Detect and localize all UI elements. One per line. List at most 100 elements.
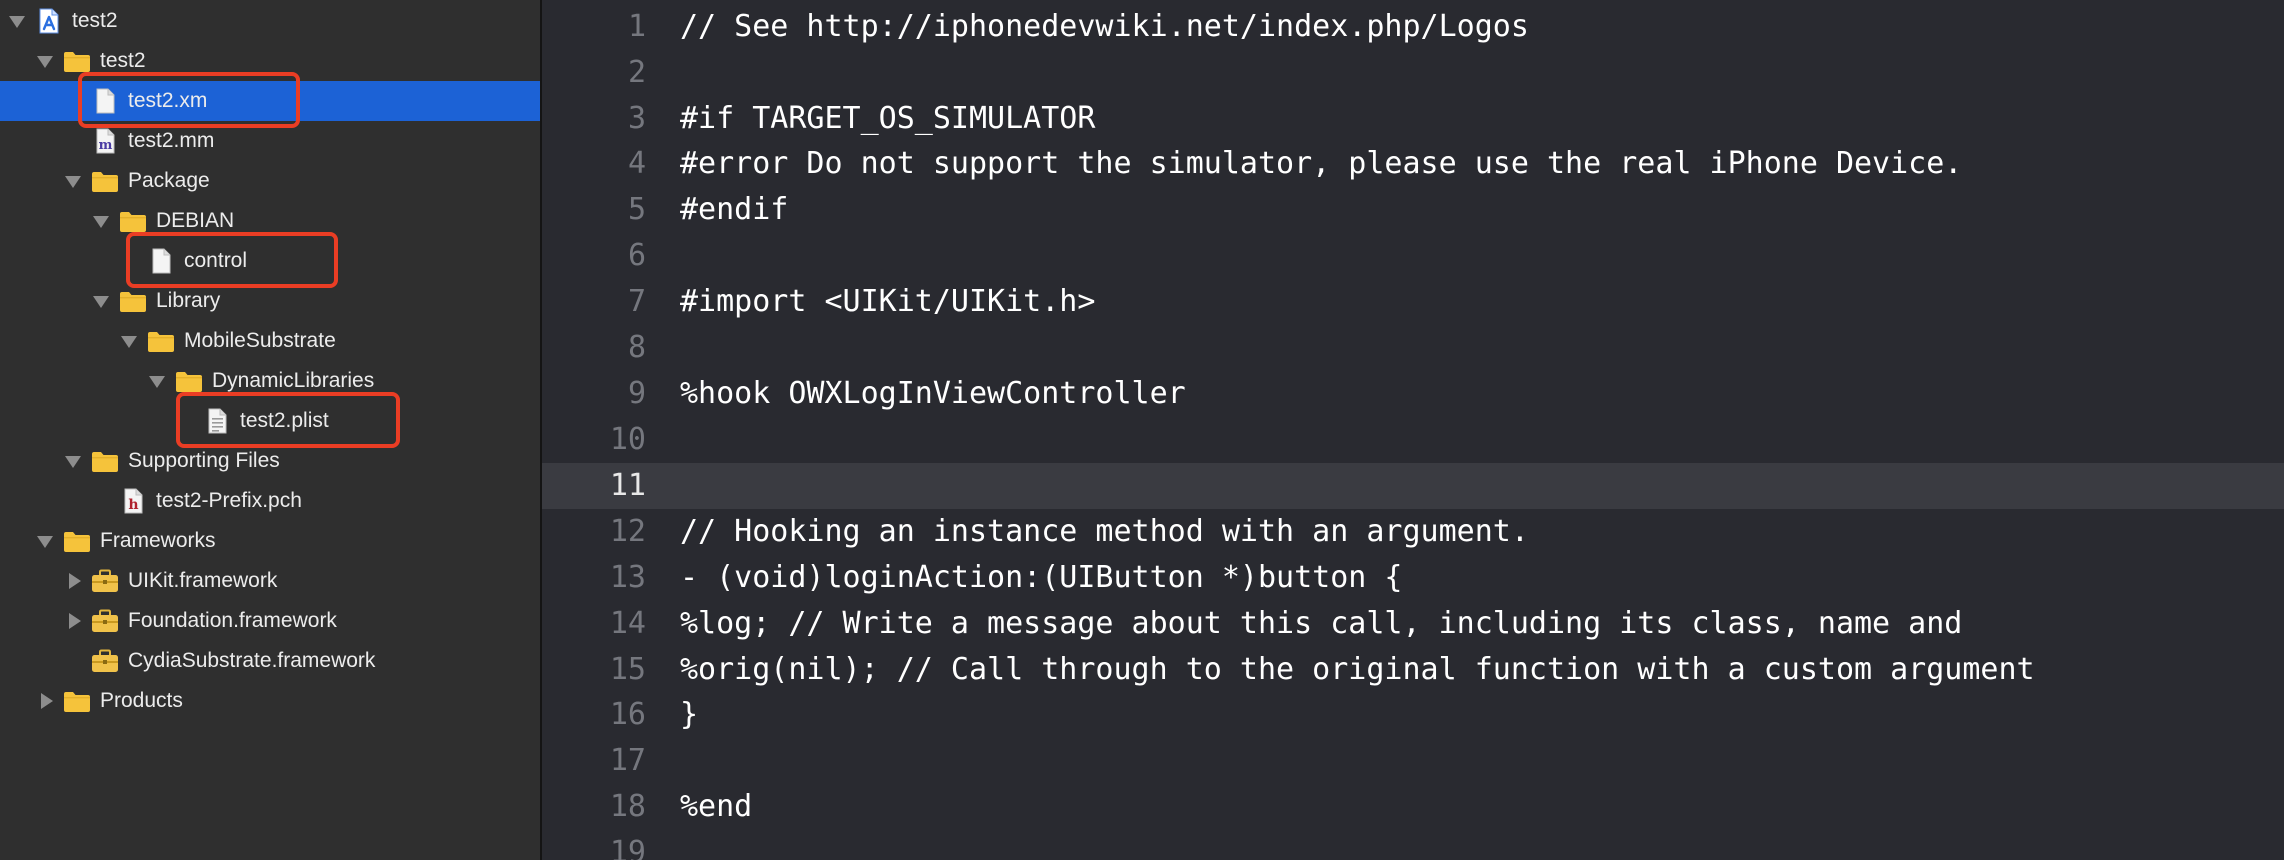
code-line[interactable]: 17 (542, 738, 2284, 784)
code-line[interactable]: 19 (542, 830, 2284, 860)
code-line[interactable]: 8 (542, 325, 2284, 371)
navigator-item[interactable]: Supporting Files (0, 441, 540, 481)
disclosure-open-icon[interactable] (90, 281, 112, 321)
code-line[interactable]: 2 (542, 50, 2284, 96)
code-text: } (680, 697, 699, 732)
code-text: // See http://iphonedevwiki.net/index.ph… (680, 9, 1529, 44)
line-number: 13 (609, 560, 646, 595)
xcode-window: test2 test2 test2.xm m test2.mm Package DEBIAN… (0, 0, 2284, 860)
code-line[interactable]: 5 #endif (542, 187, 2284, 233)
folder-icon (91, 448, 119, 474)
code-line[interactable]: 13 - (void)loginAction:(UIButton *)button… (542, 555, 2284, 601)
folder-icon (91, 168, 119, 194)
navigator-item-label: control (184, 249, 248, 272)
code-line[interactable]: 3 #if TARGET_OS_SIMULATOR (542, 96, 2284, 142)
folder-icon (63, 48, 91, 74)
header-file-icon: h (119, 488, 147, 514)
navigator-item[interactable]: h test2-Prefix.pch (0, 481, 540, 521)
current-line[interactable]: 11 (542, 463, 2284, 509)
code-line[interactable]: 12 // Hooking an instance method with an … (542, 509, 2284, 555)
navigator-item[interactable]: Products (0, 681, 540, 721)
navigator-item-label: Products (100, 689, 183, 712)
navigator-item-label: Package (128, 169, 210, 192)
line-number: 6 (627, 238, 646, 273)
navigator-item[interactable]: test2.xm (0, 81, 540, 121)
line-number: 14 (609, 606, 646, 641)
code-line[interactable]: 9 %hook OWXLogInViewController (542, 371, 2284, 417)
line-number: 3 (627, 101, 646, 136)
navigator-item-label: Library (156, 289, 221, 312)
navigator-item[interactable]: CydiaSubstrate.framework (0, 641, 540, 681)
code-text: %log; // Write a message about this call… (680, 606, 1963, 641)
navigator-item-label: CydiaSubstrate.framework (128, 649, 376, 672)
disclosure-open-icon[interactable] (62, 441, 84, 481)
disclosure-closed-icon[interactable] (34, 681, 56, 721)
framework-icon (91, 608, 119, 634)
svg-text:h: h (128, 497, 138, 513)
code-text: %orig(nil); // Call through to the origi… (680, 652, 2035, 687)
disclosure-open-icon[interactable] (34, 41, 56, 81)
line-number: 10 (609, 422, 646, 457)
code-text: #import <UIKit/UIKit.h> (680, 284, 1096, 319)
navigator-item[interactable]: MobileSubstrate (0, 321, 540, 361)
navigator-item[interactable]: m test2.mm (0, 121, 540, 161)
folder-icon (147, 328, 175, 354)
line-number: 11 (609, 468, 646, 503)
line-number: 9 (627, 376, 646, 411)
disclosure-closed-icon[interactable] (62, 601, 84, 641)
code-line[interactable]: 6 (542, 233, 2284, 279)
line-number: 1 (627, 9, 646, 44)
navigator-item[interactable]: Library (0, 281, 540, 321)
folder-icon (63, 688, 91, 714)
navigator-item-label: test2-Prefix.pch (156, 489, 302, 512)
line-number: 7 (627, 284, 646, 319)
code-line[interactable]: 1 // See http://iphonedevwiki.net/index.p… (542, 4, 2284, 50)
code-line[interactable]: 18 %end (542, 784, 2284, 830)
navigator-item-label: test2.mm (128, 129, 215, 152)
navigator-item[interactable]: test2.plist (0, 401, 540, 441)
code-text: - (void)loginAction:(UIButton *)button { (680, 560, 1403, 595)
plist-file-icon (203, 408, 231, 434)
navigator-item[interactable]: Frameworks (0, 521, 540, 561)
disclosure-open-icon[interactable] (62, 161, 84, 201)
code-text: #endif (680, 192, 789, 227)
code-text: %hook OWXLogInViewController (680, 376, 1186, 411)
navigator-item[interactable]: DynamicLibraries (0, 361, 540, 401)
navigator-item-label: test2.plist (240, 409, 329, 432)
disclosure-open-icon[interactable] (34, 521, 56, 561)
navigator-item[interactable]: Foundation.framework (0, 601, 540, 641)
line-number: 15 (609, 652, 646, 687)
code-line[interactable]: 14 %log; // Write a message about this ca… (542, 601, 2284, 647)
file-icon (91, 88, 119, 114)
disclosure-open-icon[interactable] (90, 201, 112, 241)
navigator-item[interactable]: test2 (0, 41, 540, 81)
navigator-item-label: DynamicLibraries (212, 369, 375, 392)
folder-icon (119, 208, 147, 234)
framework-icon (91, 648, 119, 674)
code-line[interactable]: 4 #error Do not support the simulator, pl… (542, 141, 2284, 187)
disclosure-open-icon[interactable] (6, 1, 28, 41)
code-line[interactable]: 7 #import <UIKit/UIKit.h> (542, 279, 2284, 325)
navigator-item-label: Foundation.framework (128, 609, 337, 632)
line-number: 18 (609, 789, 646, 824)
code-editor[interactable]: 1 // See http://iphonedevwiki.net/index.p… (542, 0, 2284, 860)
folder-icon (63, 528, 91, 554)
disclosure-open-icon[interactable] (118, 321, 140, 361)
line-number: 17 (609, 743, 646, 778)
navigator-item[interactable]: test2 (0, 1, 540, 41)
line-number: 12 (609, 514, 646, 549)
navigator-item[interactable]: UIKit.framework (0, 561, 540, 601)
code-line[interactable]: 16} (542, 692, 2284, 738)
framework-icon (91, 568, 119, 594)
disclosure-open-icon[interactable] (146, 361, 168, 401)
code-line[interactable]: 15 %orig(nil); // Call through to the ori… (542, 647, 2284, 693)
disclosure-closed-icon[interactable] (62, 561, 84, 601)
code-text: // Hooking an instance method with an ar… (680, 514, 1529, 549)
line-number: 4 (627, 146, 646, 181)
line-number: 16 (609, 697, 646, 732)
navigator-item[interactable]: control (0, 241, 540, 281)
code-line[interactable]: 10 (542, 417, 2284, 463)
navigator-item[interactable]: Package (0, 161, 540, 201)
xcode-project-icon (35, 8, 63, 34)
navigator-item[interactable]: DEBIAN (0, 201, 540, 241)
